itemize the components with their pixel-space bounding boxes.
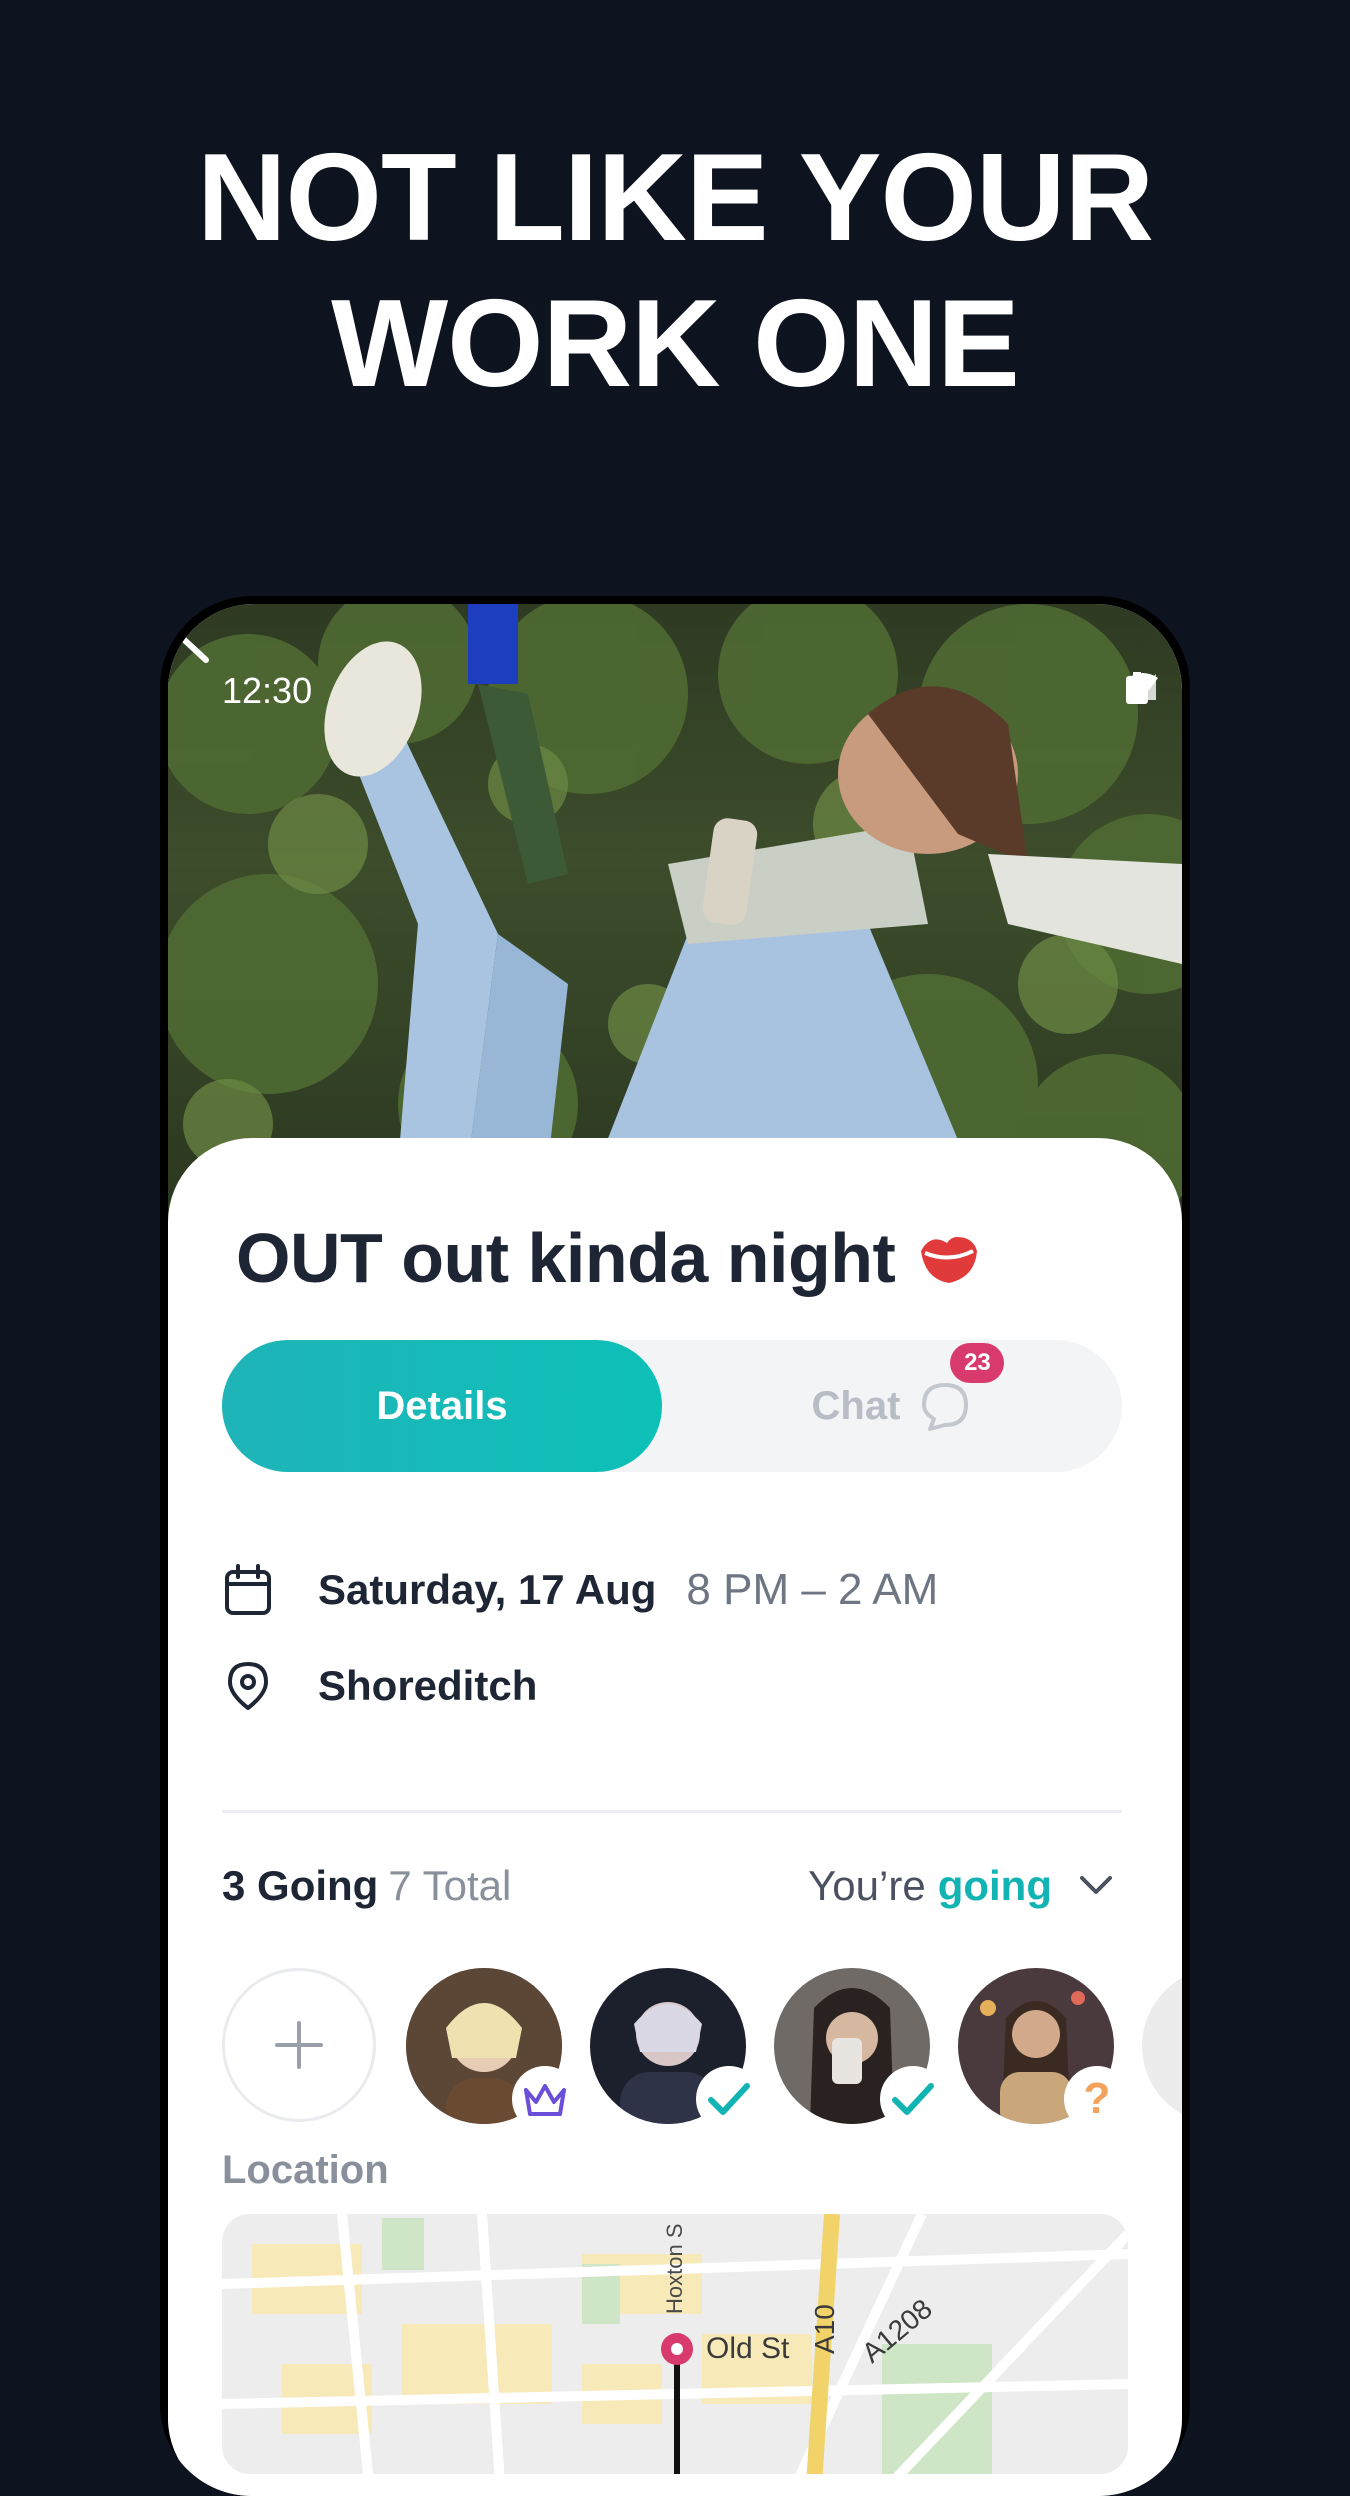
guest-avatar[interactable] bbox=[1142, 1968, 1182, 2124]
tab-chat-label: Chat bbox=[811, 1383, 901, 1428]
event-time-range: 8 PM – 2 AM bbox=[686, 1565, 939, 1614]
question-icon: ? bbox=[1064, 2066, 1130, 2132]
chat-icon-wrap: 23 bbox=[918, 1343, 1005, 1433]
event-location: Shoreditch bbox=[318, 1662, 538, 1709]
section-divider bbox=[222, 1810, 1122, 1813]
location-section-label: Location bbox=[222, 2148, 389, 2192]
event-title: OUT out kinda night bbox=[236, 1218, 981, 1298]
total-count: 7 Total bbox=[388, 1862, 512, 1909]
question-mark: ? bbox=[1083, 2074, 1111, 2123]
event-details-sheet: OUT out kinda night Details Chat 23 Satu… bbox=[168, 1138, 1182, 2496]
add-attendee-button[interactable] bbox=[222, 1968, 376, 2122]
check-icon bbox=[696, 2066, 762, 2132]
location-map[interactable]: Hoxton S Old St A10 A1208 bbox=[222, 2214, 1128, 2474]
chat-unread-badge: 23 bbox=[950, 1343, 1005, 1383]
location-row[interactable]: Shoreditch bbox=[222, 1660, 537, 1712]
crown-icon bbox=[512, 2066, 578, 2132]
tab-chat[interactable]: Chat 23 bbox=[662, 1340, 1122, 1472]
chat-bubble-icon bbox=[922, 1383, 969, 1431]
date-row: Saturday, 17 Aug 8 PM – 2 AM bbox=[222, 1564, 938, 1616]
battery-icon bbox=[1126, 672, 1148, 704]
headline-line-2: WORK ONE bbox=[331, 275, 1020, 413]
back-arrow-icon[interactable] bbox=[168, 604, 216, 664]
calendar-icon bbox=[222, 1564, 274, 1616]
phone-screen: 12:30 OUT out kinda night Details Chat 2… bbox=[168, 604, 1182, 2496]
headline: NOT LIKE YOUR WORK ONE bbox=[0, 125, 1350, 417]
plus-icon bbox=[275, 2021, 323, 2069]
map-label-a10: A10 bbox=[809, 2304, 840, 2354]
tab-details[interactable]: Details bbox=[222, 1340, 662, 1472]
status-time: 12:30 bbox=[222, 670, 313, 711]
headline-line-1: NOT LIKE YOUR bbox=[196, 129, 1154, 267]
tab-switcher: Details Chat 23 bbox=[222, 1340, 1122, 1472]
attendee-avatars: ? bbox=[222, 1968, 1182, 2132]
event-date: Saturday, 17 Aug bbox=[318, 1566, 657, 1613]
event-title-text: OUT out kinda night bbox=[236, 1219, 896, 1297]
map-label-hoxton: Hoxton S bbox=[662, 2224, 687, 2315]
going-label: 3 Going bbox=[222, 1862, 379, 1909]
lips-icon bbox=[921, 1237, 978, 1283]
check-icon bbox=[880, 2066, 946, 2132]
location-pin-icon bbox=[222, 1660, 274, 1712]
attendance-summary: 3 Going 7 Total You’re going bbox=[222, 1862, 1122, 1922]
going-count: 3 Going 7 Total bbox=[222, 1862, 511, 1910]
rsvp-dropdown[interactable]: You’re going bbox=[808, 1862, 1114, 1910]
phone-frame: 12:30 OUT out kinda night Details Chat 2… bbox=[160, 596, 1190, 2496]
chevron-down-icon bbox=[1080, 1876, 1112, 1894]
rsvp-status: going bbox=[937, 1862, 1052, 1909]
rsvp-prefix: You’re bbox=[808, 1862, 926, 1909]
map-label-old-st: Old St bbox=[706, 2332, 790, 2365]
